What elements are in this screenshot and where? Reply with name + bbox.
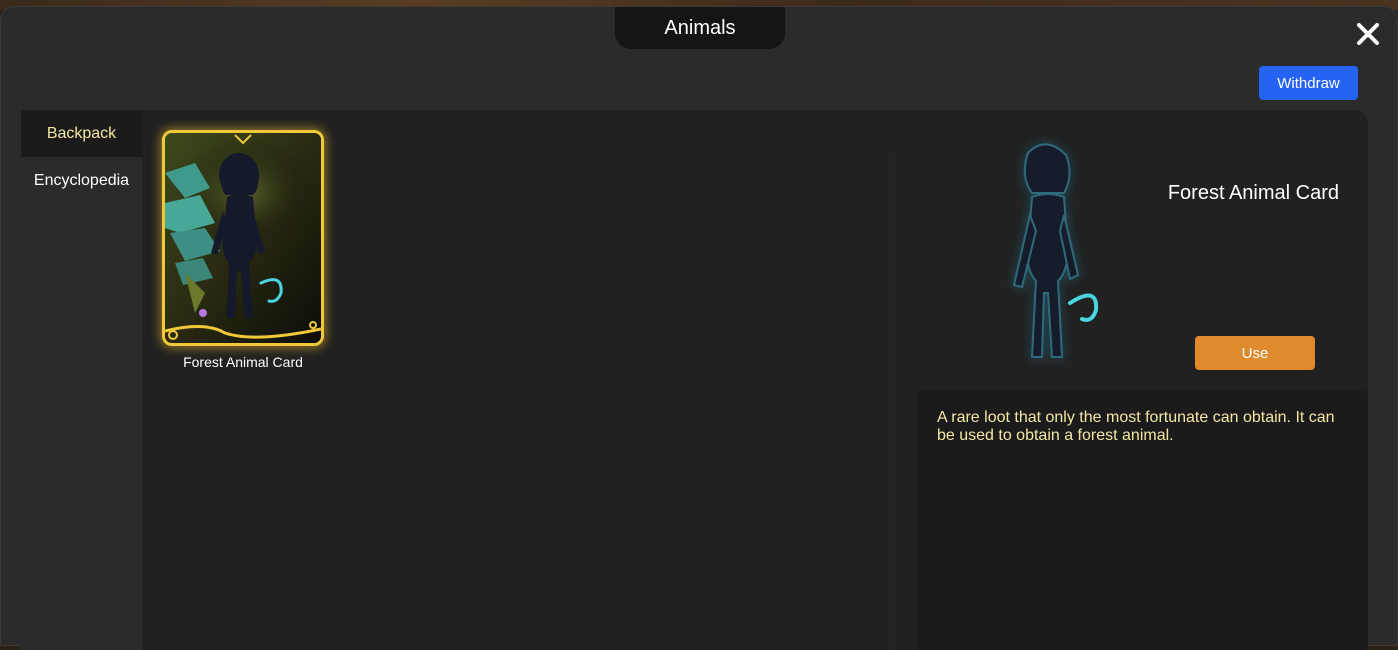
card-frame bbox=[162, 130, 324, 346]
content-area: Backpack Encyclopedia Forest Animal Card… bbox=[21, 110, 1368, 650]
animal-silhouette-icon bbox=[1012, 143, 1099, 358]
forest-animal-card-art bbox=[165, 133, 321, 343]
item-description-text: A rare loot that only the most fortunate… bbox=[937, 409, 1335, 444]
withdraw-button[interactable]: Withdraw bbox=[1259, 66, 1358, 100]
close-button[interactable] bbox=[1353, 19, 1383, 49]
item-preview-image bbox=[966, 135, 1116, 370]
item-detail-panel: Forest Animal Card Use bbox=[896, 110, 1368, 390]
inventory-item-label: Forest Animal Card bbox=[183, 354, 303, 370]
item-detail-name: Forest Animal Card bbox=[1167, 182, 1339, 204]
item-description-box: A rare loot that only the most fortunate… bbox=[917, 391, 1368, 650]
sidebar-item-backpack[interactable]: Backpack bbox=[21, 110, 142, 157]
sidebar-item-encyclopedia[interactable]: Encyclopedia bbox=[21, 157, 142, 204]
use-button[interactable]: Use bbox=[1195, 336, 1315, 370]
close-icon bbox=[1357, 23, 1379, 45]
inventory-grid: Forest Animal Card bbox=[142, 110, 892, 650]
inventory-item-forest-animal-card[interactable]: Forest Animal Card bbox=[162, 130, 324, 370]
sidebar: Backpack Encyclopedia bbox=[21, 110, 142, 650]
modal-title: Animals bbox=[615, 7, 785, 49]
animals-modal: Animals Withdraw Backpack Encyclopedia F… bbox=[0, 6, 1398, 650]
